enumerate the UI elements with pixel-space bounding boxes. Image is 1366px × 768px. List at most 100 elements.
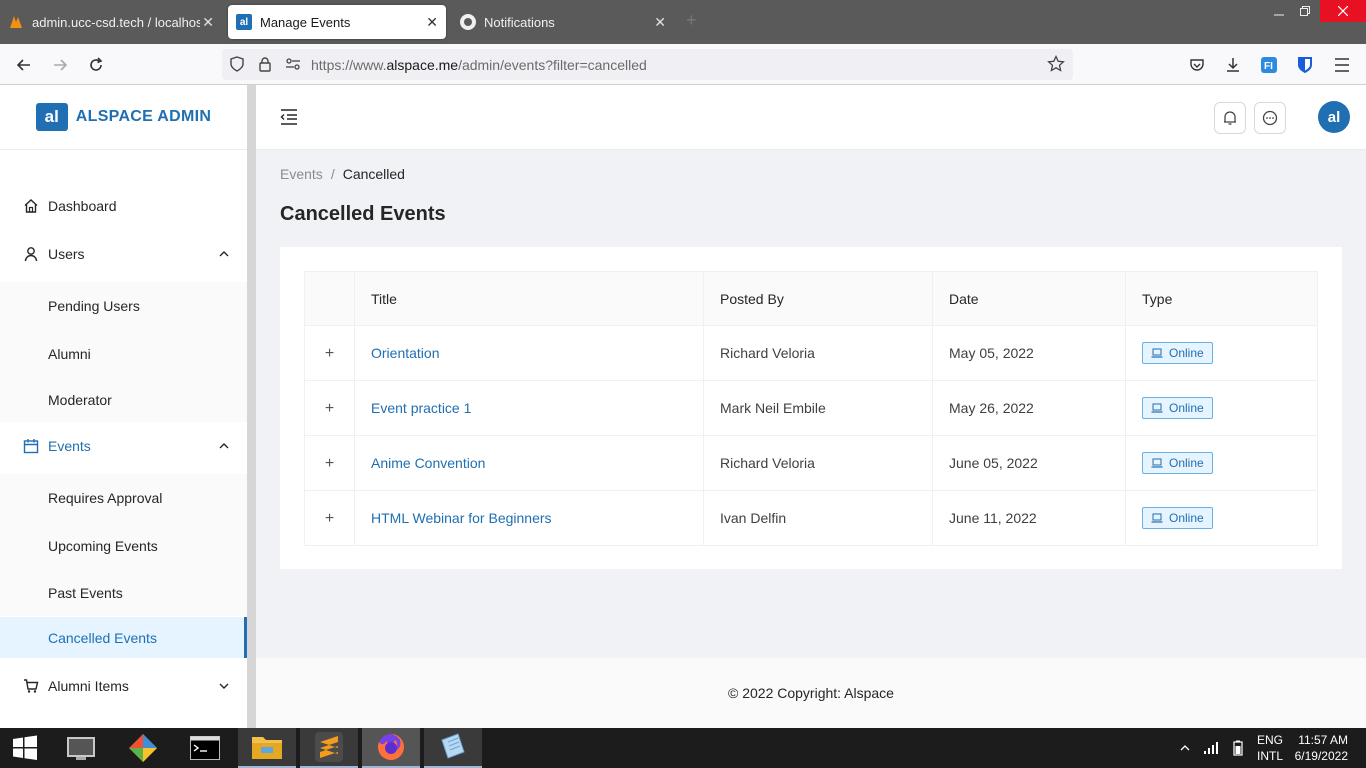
- sidebar-item-pending-users[interactable]: Pending Users: [0, 282, 247, 330]
- expand-plus-icon[interactable]: +: [322, 510, 338, 527]
- back-arrow-icon[interactable]: [11, 52, 37, 78]
- events-table: Title Posted By Date Type + Orientation …: [304, 271, 1318, 546]
- url-text[interactable]: https://www.alspace.me/admin/events?filt…: [311, 57, 647, 73]
- command-prompt-icon[interactable]: [176, 728, 234, 768]
- tab-manage-events[interactable]: al Manage Events ✕: [228, 5, 446, 39]
- desktop-app-icon[interactable]: [52, 728, 110, 768]
- permissions-icon[interactable]: [284, 55, 302, 73]
- git-app-icon[interactable]: [114, 728, 172, 768]
- close-tab-icon[interactable]: ✕: [654, 14, 666, 31]
- posted-by-cell: Richard Veloria: [703, 325, 933, 381]
- sidebar-item-alumni-items[interactable]: Alumni Items: [0, 666, 247, 706]
- new-tab-button[interactable]: +: [686, 10, 697, 31]
- battery-icon[interactable]: [1233, 728, 1243, 768]
- sidebar-item-users[interactable]: Users: [0, 234, 247, 274]
- menu-fold-icon[interactable]: [280, 109, 298, 125]
- type-tag: Online: [1142, 397, 1213, 419]
- keyboard-layout: INTL: [1257, 749, 1284, 763]
- event-title-link[interactable]: HTML Webinar for Beginners: [371, 510, 552, 526]
- clock-time: 11:57 AM: [1298, 733, 1348, 747]
- sidebar-item-past-events[interactable]: Past Events: [0, 570, 247, 616]
- firefox-icon[interactable]: [362, 728, 420, 768]
- reload-icon[interactable]: [83, 52, 109, 78]
- expand-plus-icon[interactable]: +: [322, 400, 338, 417]
- url-host: alspace.me: [386, 57, 459, 73]
- restore-window-icon[interactable]: [1288, 0, 1322, 22]
- notepad-icon[interactable]: [424, 728, 482, 768]
- network-signal-icon[interactable]: [1203, 728, 1219, 768]
- expand-plus-icon[interactable]: +: [322, 455, 338, 472]
- close-tab-icon[interactable]: ✕: [202, 14, 214, 31]
- sidebar-item-label: Events: [48, 438, 91, 454]
- taskbar: ENG INTL 11:57 AM 6/19/2022: [0, 728, 1366, 768]
- url-bar[interactable]: https://www.alspace.me/admin/events?filt…: [222, 49, 1073, 80]
- column-header-title: Title: [354, 271, 704, 326]
- close-window-icon[interactable]: [1320, 0, 1366, 22]
- brand-name: ALSPACE ADMIN: [75, 108, 212, 125]
- tab-notifications[interactable]: Notifications ✕: [452, 5, 674, 39]
- laptop-icon: [1151, 458, 1163, 468]
- breadcrumb: Events / Cancelled: [280, 166, 405, 182]
- user-icon: [22, 245, 40, 263]
- forward-arrow-icon[interactable]: [47, 52, 73, 78]
- expand-cell: +: [304, 490, 355, 546]
- tab-admin-ucc[interactable]: admin.ucc-csd.tech / localhost ✕: [0, 5, 222, 39]
- expand-cell: +: [304, 435, 355, 491]
- sidebar-item-alumni[interactable]: Alumni: [0, 330, 247, 378]
- event-title-link[interactable]: Event practice 1: [371, 400, 471, 416]
- bookmark-star-icon[interactable]: [1047, 55, 1065, 73]
- sidebar: Dashboard Users Pending Users Alumni Mod…: [0, 150, 247, 728]
- type-tag: Online: [1142, 452, 1213, 474]
- system-clock[interactable]: 11:57 AM 6/19/2022: [1294, 728, 1348, 768]
- sidebar-item-moderator[interactable]: Moderator: [0, 378, 247, 422]
- downloads-icon[interactable]: [1220, 52, 1246, 78]
- footer: © 2022 Copyright: Alspace: [256, 658, 1366, 728]
- clock-date: 6/19/2022: [1294, 749, 1348, 763]
- tab-title: admin.ucc-csd.tech / localhost: [32, 14, 200, 30]
- date-cell: May 26, 2022: [932, 380, 1126, 436]
- expand-column-header: [304, 271, 355, 326]
- input-language-indicator[interactable]: ENG INTL: [1257, 728, 1283, 768]
- extension-fi-icon[interactable]: FI: [1256, 52, 1282, 78]
- language-code: ENG: [1257, 733, 1284, 747]
- main-content: Events / Cancelled Cancelled Events Titl…: [256, 150, 1366, 658]
- windows-start-icon[interactable]: [0, 728, 50, 768]
- type-label: Online: [1169, 511, 1204, 525]
- event-title-link[interactable]: Anime Convention: [371, 455, 485, 471]
- breadcrumb-separator: /: [330, 166, 335, 182]
- pocket-icon[interactable]: [1184, 52, 1210, 78]
- brand[interactable]: al ALSPACE ADMIN: [0, 85, 247, 150]
- date-cell: June 05, 2022: [932, 435, 1126, 491]
- shield-icon[interactable]: [228, 55, 246, 73]
- column-header-date: Date: [932, 271, 1126, 326]
- message-icon[interactable]: [1254, 102, 1286, 134]
- hamburger-menu-icon[interactable]: [1329, 52, 1355, 78]
- browser-nav-bar: https://www.alspace.me/admin/events?filt…: [0, 44, 1366, 85]
- sidebar-item-label: Dashboard: [48, 198, 117, 214]
- sidebar-scrollbar[interactable]: [247, 85, 256, 728]
- phpmyadmin-favicon-icon: [8, 14, 24, 30]
- sidebar-item-requires-approval[interactable]: Requires Approval: [0, 474, 247, 522]
- sublime-text-icon[interactable]: [300, 728, 358, 768]
- close-tab-icon[interactable]: ✕: [426, 14, 438, 31]
- posted-by-cell: Mark Neil Embile: [703, 380, 933, 436]
- bitwarden-shield-icon[interactable]: [1292, 52, 1318, 78]
- sidebar-item-dashboard[interactable]: Dashboard: [0, 186, 247, 226]
- tab-title: Manage Events: [260, 14, 351, 30]
- laptop-icon: [1151, 513, 1163, 523]
- sidebar-item-events[interactable]: Events: [0, 426, 247, 466]
- file-explorer-icon[interactable]: [238, 728, 296, 768]
- sidebar-item-upcoming-events[interactable]: Upcoming Events: [0, 522, 247, 570]
- date-cell: June 11, 2022: [932, 490, 1126, 546]
- bell-icon[interactable]: [1214, 102, 1246, 134]
- expand-plus-icon[interactable]: +: [322, 345, 338, 362]
- breadcrumb-link-events[interactable]: Events: [280, 166, 323, 182]
- show-hidden-icons-chevron-icon[interactable]: [1180, 728, 1190, 768]
- sidebar-item-cancelled-events[interactable]: Cancelled Events: [0, 617, 247, 658]
- home-icon: [22, 197, 40, 215]
- event-title-link[interactable]: Orientation: [371, 345, 439, 361]
- type-label: Online: [1169, 401, 1204, 415]
- avatar[interactable]: al: [1318, 101, 1350, 133]
- sidebar-item-label: Moderator: [48, 392, 112, 408]
- lock-icon[interactable]: [256, 55, 274, 73]
